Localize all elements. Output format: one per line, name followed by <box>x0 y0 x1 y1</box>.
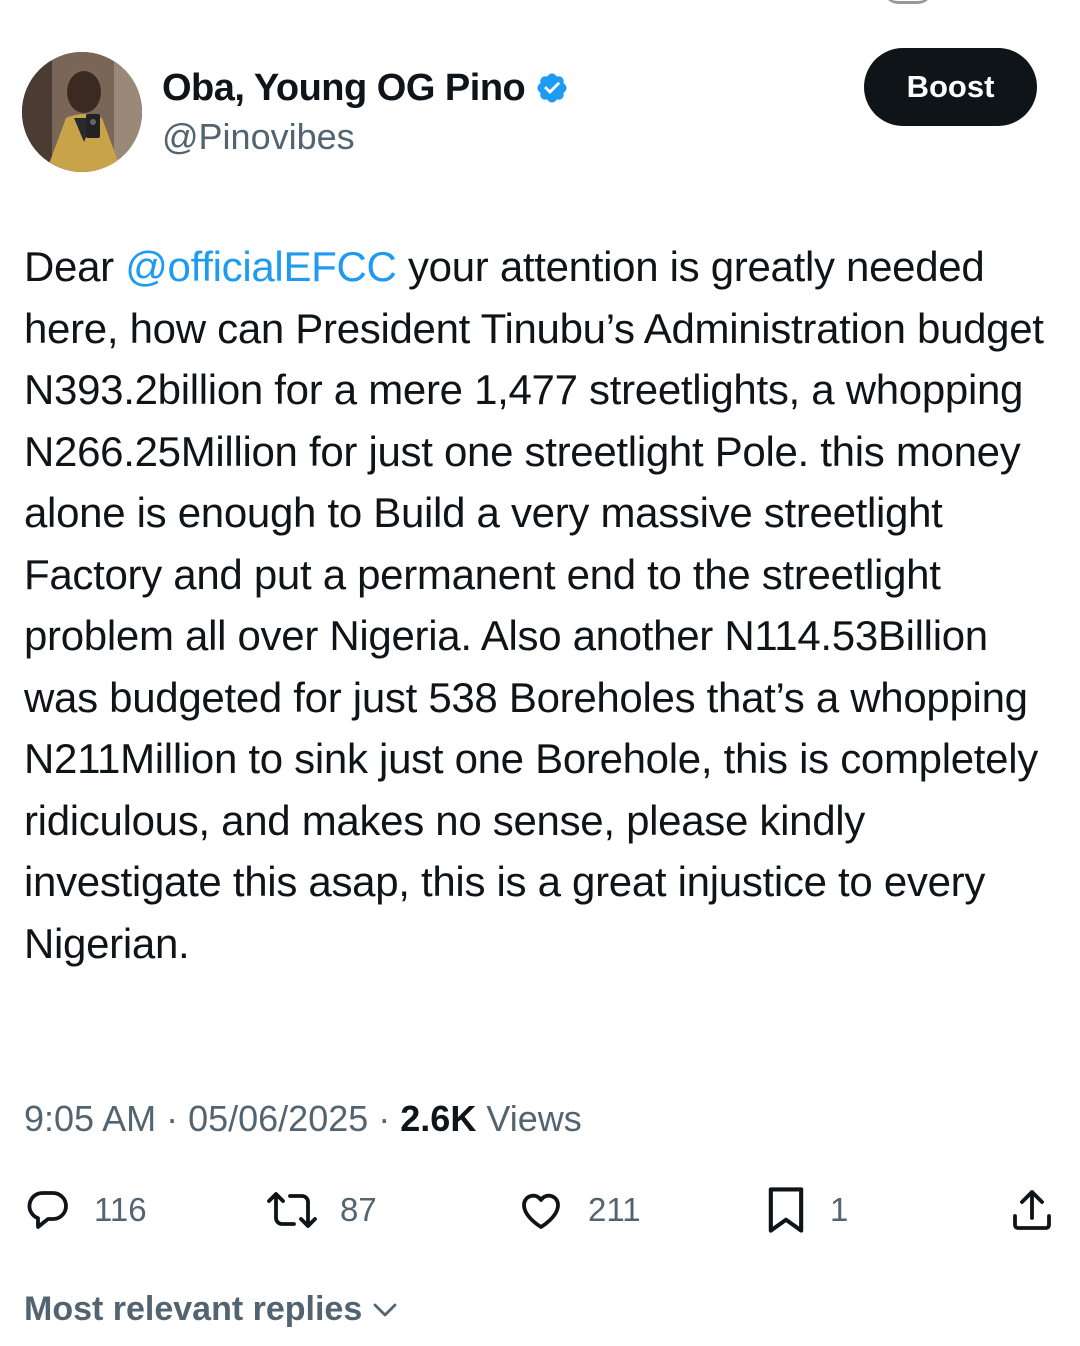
meta-separator-2: · <box>368 1098 401 1139</box>
chevron-down-icon <box>373 1303 397 1316</box>
tweet-text-body: your attention is greatly needed here, h… <box>24 243 1044 967</box>
like-count: 211 <box>588 1191 641 1228</box>
repost-icon <box>267 1192 317 1228</box>
reply-count: 116 <box>94 1191 147 1228</box>
meta-separator: · <box>156 1098 189 1139</box>
replies-sort-dropdown[interactable]: Most relevant replies <box>24 1290 400 1329</box>
reply-icon <box>27 1191 68 1229</box>
boost-button[interactable]: Boost <box>864 48 1037 126</box>
replies-sort-label: Most relevant replies <box>24 1290 363 1328</box>
action-bar: 116 87 211 1 <box>0 1180 1080 1240</box>
tweet-detail-page: Oba, Young OG Pino @Pinovibes Boost Dear… <box>0 0 1080 1346</box>
bookmark-icon <box>768 1187 804 1233</box>
bookmark-button[interactable]: 1 <box>764 1180 848 1240</box>
share-button[interactable] <box>1008 1180 1056 1240</box>
mention-link[interactable]: @officialEFCC <box>125 243 397 290</box>
cropped-mark <box>884 0 932 4</box>
bookmark-count: 1 <box>830 1191 849 1228</box>
reply-button[interactable]: 116 <box>24 1180 147 1240</box>
author-name-row: Oba, Young OG Pino <box>162 62 569 114</box>
tweet-time[interactable]: 9:05 AM <box>24 1098 156 1139</box>
share-icon <box>1013 1190 1051 1230</box>
like-icon <box>522 1193 560 1229</box>
tweet-text-prefix: Dear <box>24 243 126 290</box>
tweet-meta: 9:05 AM · 05/06/2025 · 2.6K Views <box>24 1098 582 1140</box>
views-label: Views <box>476 1098 582 1139</box>
avatar-photo <box>22 52 142 172</box>
author-handle[interactable]: @Pinovibes <box>162 116 355 158</box>
views-count: 2.6K <box>400 1098 477 1139</box>
like-button[interactable]: 211 <box>516 1180 641 1240</box>
tweet-text: Dear @officialEFCC your attention is gre… <box>24 236 1064 974</box>
verified-badge-icon[interactable] <box>535 71 569 105</box>
repost-button[interactable]: 87 <box>266 1180 377 1240</box>
author-display-name[interactable]: Oba, Young OG Pino <box>162 67 526 110</box>
repost-count: 87 <box>340 1191 377 1228</box>
avatar[interactable] <box>22 52 142 172</box>
tweet-date[interactable]: 05/06/2025 <box>188 1098 368 1139</box>
